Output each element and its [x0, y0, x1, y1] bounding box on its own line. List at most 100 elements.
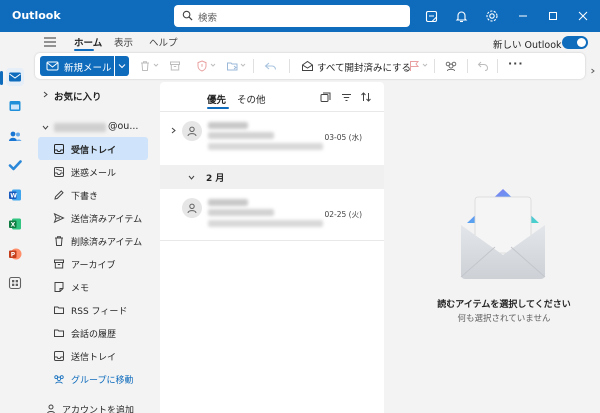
list-item[interactable]: 03-05 (水)	[160, 113, 384, 163]
chevron-down-icon[interactable]	[210, 62, 216, 68]
chevron-right-icon[interactable]	[170, 127, 177, 134]
folder-label: 受信トレイ	[71, 146, 117, 156]
undo-icon[interactable]	[476, 59, 490, 73]
minimize-icon[interactable]	[515, 8, 531, 24]
folder-item-drafts[interactable]: 下書き	[38, 183, 148, 206]
more-apps-icon[interactable]	[6, 274, 24, 292]
report-shield-icon[interactable]	[195, 59, 209, 73]
tab-active-underline	[74, 49, 94, 51]
preview-redacted	[208, 143, 323, 150]
sender-redacted	[208, 199, 248, 206]
chevron-down-icon[interactable]	[42, 124, 49, 131]
folder-item-deleted[interactable]: 削除済みアイテム	[38, 229, 148, 252]
move-folder-icon[interactable]	[225, 59, 239, 73]
message-list-pane: 優先 その他 03-05 (水) 2 月 02-25 (火)	[160, 82, 384, 413]
folder-label: 下書き	[71, 192, 99, 202]
folder-item-sent[interactable]: 送信済みアイテム	[38, 206, 148, 229]
avatar	[182, 198, 202, 218]
tab-other[interactable]: その他	[237, 92, 266, 106]
new-mail-dropdown[interactable]	[115, 56, 129, 76]
people-group-icon[interactable]	[444, 59, 458, 73]
folder-label: RSS フィード	[71, 307, 128, 317]
reading-pane-subtitle: 何も選択されていません	[457, 314, 551, 324]
delete-icon[interactable]	[138, 59, 152, 73]
message-date: 02-25 (火)	[324, 210, 362, 219]
note-icon	[53, 281, 65, 293]
go-to-groups-link[interactable]: グループに移動	[38, 367, 148, 390]
hamburger-icon[interactable]	[44, 37, 56, 47]
search-icon	[182, 10, 193, 21]
search-placeholder: 検索	[198, 13, 218, 24]
tab-view[interactable]: 表示	[114, 35, 133, 49]
folder-item-inbox[interactable]: 受信トレイ	[38, 137, 148, 160]
people-app-icon[interactable]	[6, 127, 24, 145]
ribbon-separator	[253, 59, 254, 73]
search-box[interactable]: 検索	[174, 5, 410, 27]
maximize-icon[interactable]	[545, 8, 561, 24]
send-icon	[53, 212, 65, 224]
chevron-down-icon[interactable]	[422, 62, 428, 68]
sort-icon[interactable]	[360, 91, 372, 103]
folder-item-archive[interactable]: アーカイブ	[38, 252, 148, 275]
calendar-app-icon[interactable]	[6, 97, 24, 115]
todo-app-icon[interactable]	[6, 156, 24, 174]
menu-bar: ホーム 表示 ヘルプ 新しい Outlook	[30, 32, 600, 52]
bell-icon[interactable]	[453, 8, 469, 24]
chevron-down-icon[interactable]	[240, 62, 246, 68]
outbox-icon	[53, 350, 65, 362]
account-name-redacted	[54, 123, 106, 132]
tab-home[interactable]: ホーム	[74, 35, 102, 49]
gear-icon[interactable]	[484, 8, 500, 24]
folder-item-outbox[interactable]: 送信トレイ	[38, 344, 148, 367]
reply-icon[interactable]	[263, 59, 277, 73]
chevron-right-icon[interactable]	[42, 91, 49, 98]
word-app-icon[interactable]: W	[6, 186, 24, 204]
select-icon[interactable]	[319, 91, 331, 103]
new-mail-icon	[46, 61, 59, 71]
mail-app-icon[interactable]	[6, 68, 24, 86]
ribbon-scroll-arrow-icon[interactable]	[590, 68, 596, 74]
new-outlook-toggle[interactable]	[562, 36, 588, 49]
go-to-groups-label: グループに移動	[71, 376, 134, 386]
inbox-icon	[53, 143, 65, 155]
folder-icon	[53, 304, 65, 316]
folder-item-conversation-history[interactable]: 会話の履歴	[38, 321, 148, 344]
list-item[interactable]: 02-25 (火)	[160, 190, 384, 240]
month-group-header[interactable]: 2 月	[160, 165, 384, 189]
reading-pane-title: 読むアイテムを選択してください	[437, 300, 571, 310]
month-group-label: 2 月	[206, 174, 225, 184]
notes-icon[interactable]	[423, 8, 439, 24]
folder-item-junk[interactable]: 迷惑メール	[38, 160, 148, 183]
pencil-icon	[53, 189, 65, 201]
chevron-down-icon[interactable]	[153, 62, 159, 68]
add-account-label: アカウントを追加	[62, 406, 135, 413]
favorites-label[interactable]: お気に入り	[54, 89, 102, 103]
ribbon-toolbar: 新規メール すべて開封済みにする ···	[35, 53, 585, 79]
flag-icon[interactable]	[407, 59, 421, 73]
folder-label: 送信トレイ	[71, 353, 117, 363]
folder-icon	[53, 327, 65, 339]
list-item-divider	[160, 240, 384, 241]
close-icon[interactable]	[575, 8, 591, 24]
more-options-button[interactable]: ···	[508, 57, 524, 70]
reading-pane: 読むアイテムを選択してください 何も選択されていません	[386, 82, 588, 413]
archive-icon[interactable]	[168, 59, 182, 73]
new-outlook-label: 新しい Outlook	[493, 40, 562, 51]
junk-icon	[53, 166, 65, 178]
svg-text:P: P	[11, 252, 16, 259]
tab-help[interactable]: ヘルプ	[149, 35, 178, 49]
powerpoint-app-icon[interactable]: P	[6, 245, 24, 263]
toggle-knob	[577, 38, 586, 47]
folder-item-rss[interactable]: RSS フィード	[38, 298, 148, 321]
ribbon-separator	[497, 59, 498, 73]
excel-app-icon[interactable]: X	[6, 215, 24, 233]
folder-item-notes[interactable]: メモ	[38, 275, 148, 298]
groups-icon	[53, 373, 65, 385]
chevron-down-icon	[118, 64, 126, 69]
tab-focused[interactable]: 優先	[207, 92, 226, 106]
rail-active-indicator	[0, 71, 3, 85]
new-mail-button[interactable]: 新規メール	[40, 56, 114, 76]
envelope-open-icon	[302, 60, 313, 71]
avatar	[182, 121, 202, 141]
filter-icon[interactable]	[340, 91, 352, 103]
